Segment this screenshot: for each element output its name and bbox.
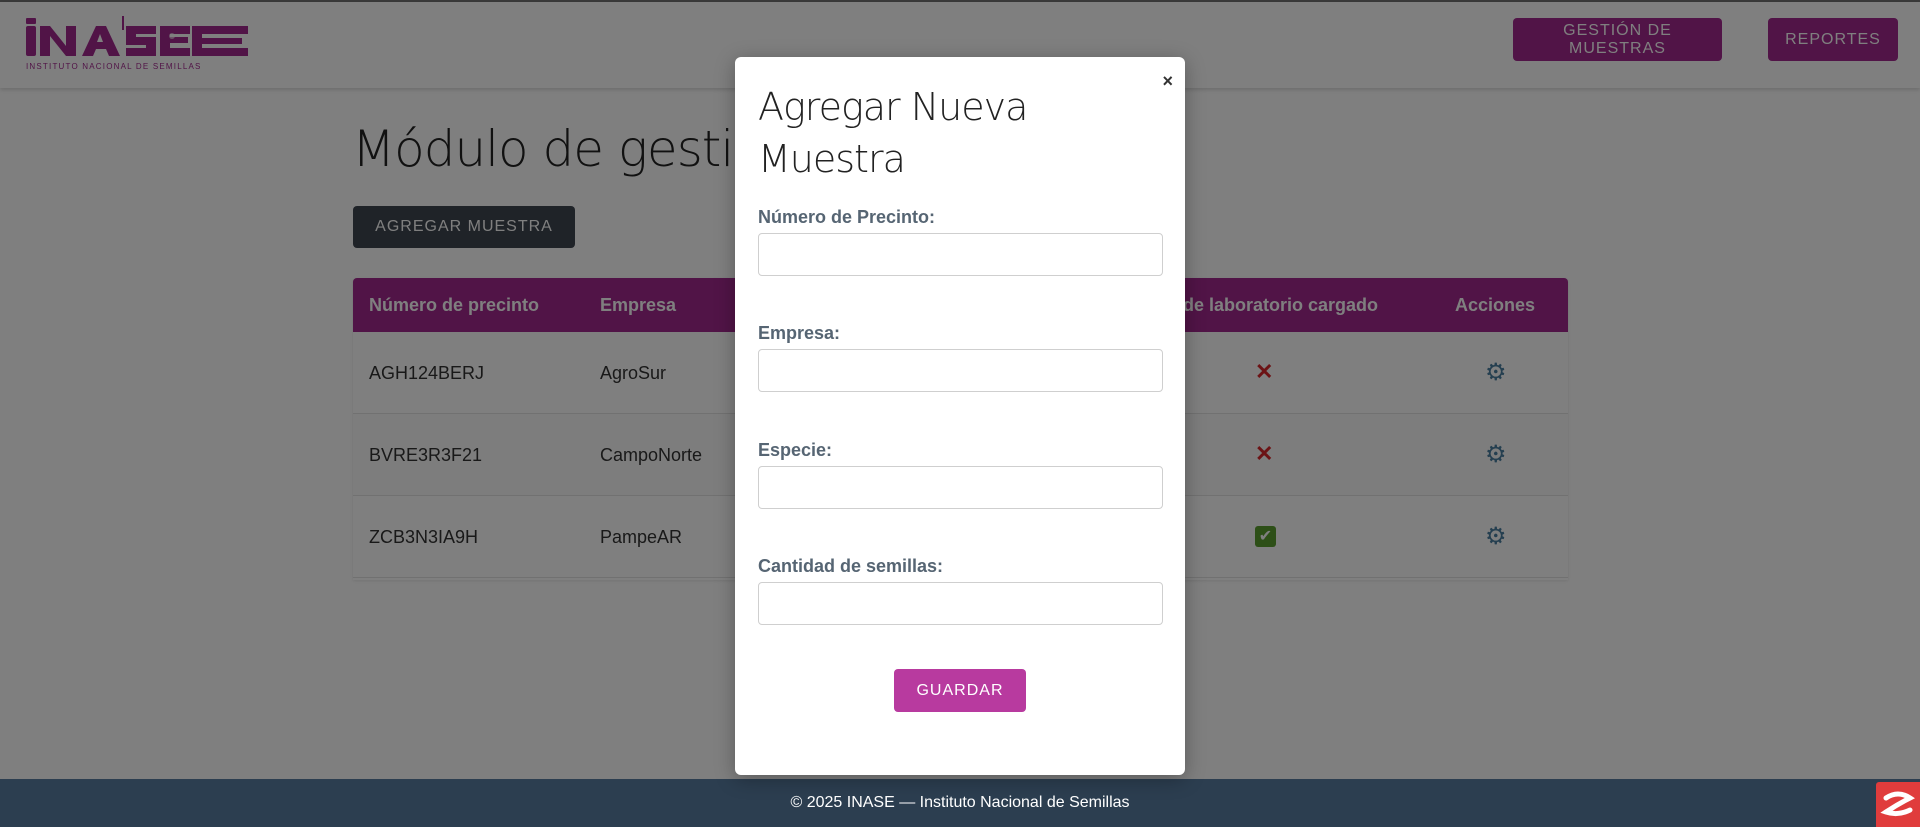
modal-title: Agregar Nueva Muestra [758, 85, 1028, 181]
empresa-input[interactable] [758, 349, 1163, 392]
close-icon[interactable]: × [1162, 71, 1173, 92]
cantidad-semillas-label: Cantidad de semillas: [758, 556, 944, 576]
especie-input[interactable] [758, 466, 1163, 509]
precinto-input[interactable] [758, 233, 1163, 276]
empresa-label: Empresa: [758, 323, 841, 343]
footer-text: © 2025 INASE — Instituto Nacional de Sem… [790, 794, 1130, 811]
corner-badge-icon[interactable] [1876, 782, 1920, 827]
especie-label: Especie: [758, 440, 833, 460]
footer: © 2025 INASE — Instituto Nacional de Sem… [0, 779, 1920, 827]
add-sample-modal: × Agregar Nueva Muestra Número de Precin… [735, 57, 1185, 775]
precinto-label: Número de Precinto: [758, 207, 936, 227]
save-button[interactable]: GUARDAR [894, 669, 1026, 712]
cantidad-semillas-input[interactable] [758, 582, 1163, 625]
